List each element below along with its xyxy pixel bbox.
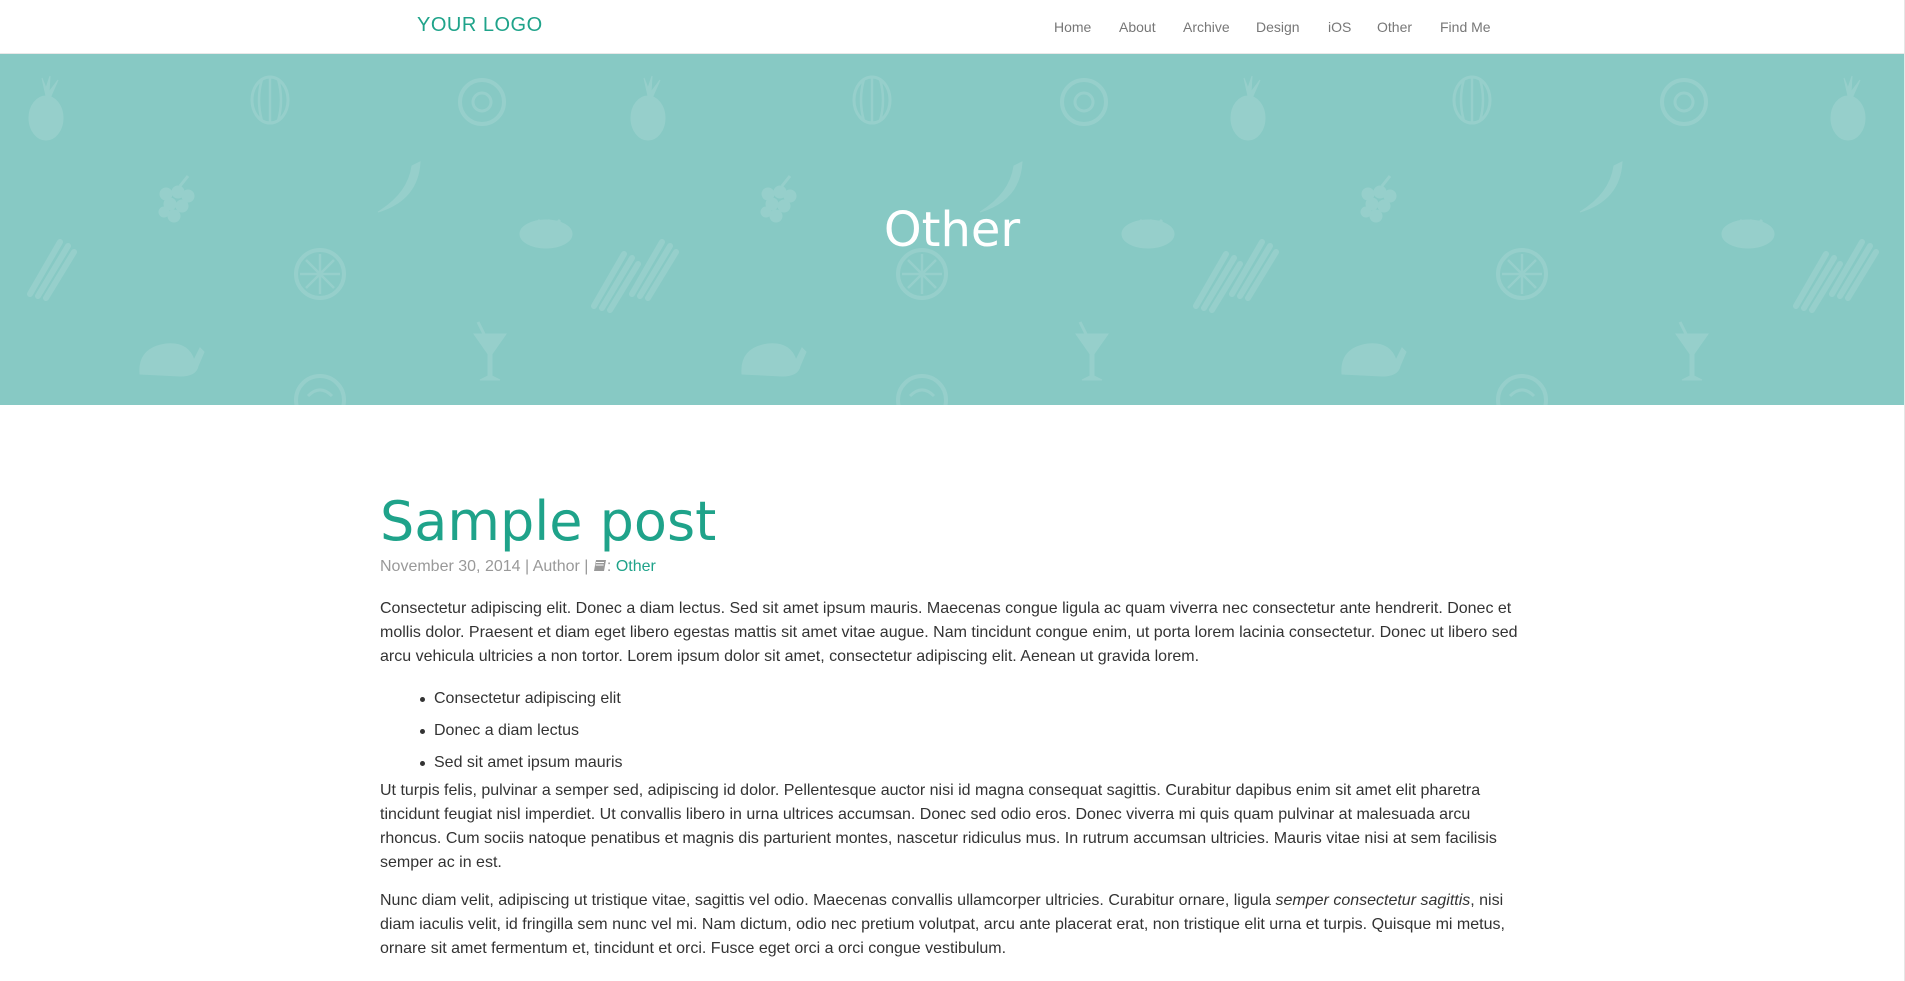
nav-design[interactable]: Design [1256,19,1300,35]
nav-archive[interactable]: Archive [1183,19,1230,35]
post-meta: November 30, 2014 | Author | : Other [380,556,1520,580]
list-item: Consectetur adipiscing elit [420,683,1520,715]
post-bullet-list: Consectetur adipiscing elit Donec a diam… [380,683,1520,779]
post-paragraph-2: Ut turpis felis, pulvinar a semper sed, … [380,782,1497,871]
list-item: Donec a diam lectus [420,715,1520,747]
category-colon: : [606,558,612,575]
nav-about[interactable]: About [1119,19,1156,35]
paragraph-3-text-start: Nunc diam velit, adipiscing ut tristique… [380,892,1276,909]
book-icon [593,558,607,580]
category-hero: Other [0,54,1904,405]
nav-ios[interactable]: iOS [1328,19,1351,35]
nav-home[interactable]: Home [1054,19,1091,35]
post-paragraph-1: Consectetur adipiscing elit. Donec a dia… [380,600,1518,665]
site-header: YOUR LOGO Home About Archive Design iOS … [0,0,1904,54]
post-author: Author [532,558,580,575]
post-paragraph-3: Nunc diam velit, adipiscing ut tristique… [380,889,1520,961]
meta-separator: | [524,558,530,575]
page: YOUR LOGO Home About Archive Design iOS … [0,0,1905,981]
paragraph-3-emphasis: semper consectetur sagittis [1275,892,1471,909]
nav-other[interactable]: Other [1377,19,1412,35]
hero-title: Other [883,202,1021,258]
main-nav: Home About Archive Design iOS Other Find… [0,0,1904,53]
post-title[interactable]: Sample post [380,490,1520,554]
nav-find-me[interactable]: Find Me [1440,19,1491,35]
list-item: Sed sit amet ipsum mauris [420,747,1520,779]
post-category-link[interactable]: Other [616,558,656,575]
post-date: November 30, 2014 [380,558,521,575]
meta-separator: | [584,558,589,575]
post-article: Sample post November 30, 2014 | Author |… [380,490,1520,961]
